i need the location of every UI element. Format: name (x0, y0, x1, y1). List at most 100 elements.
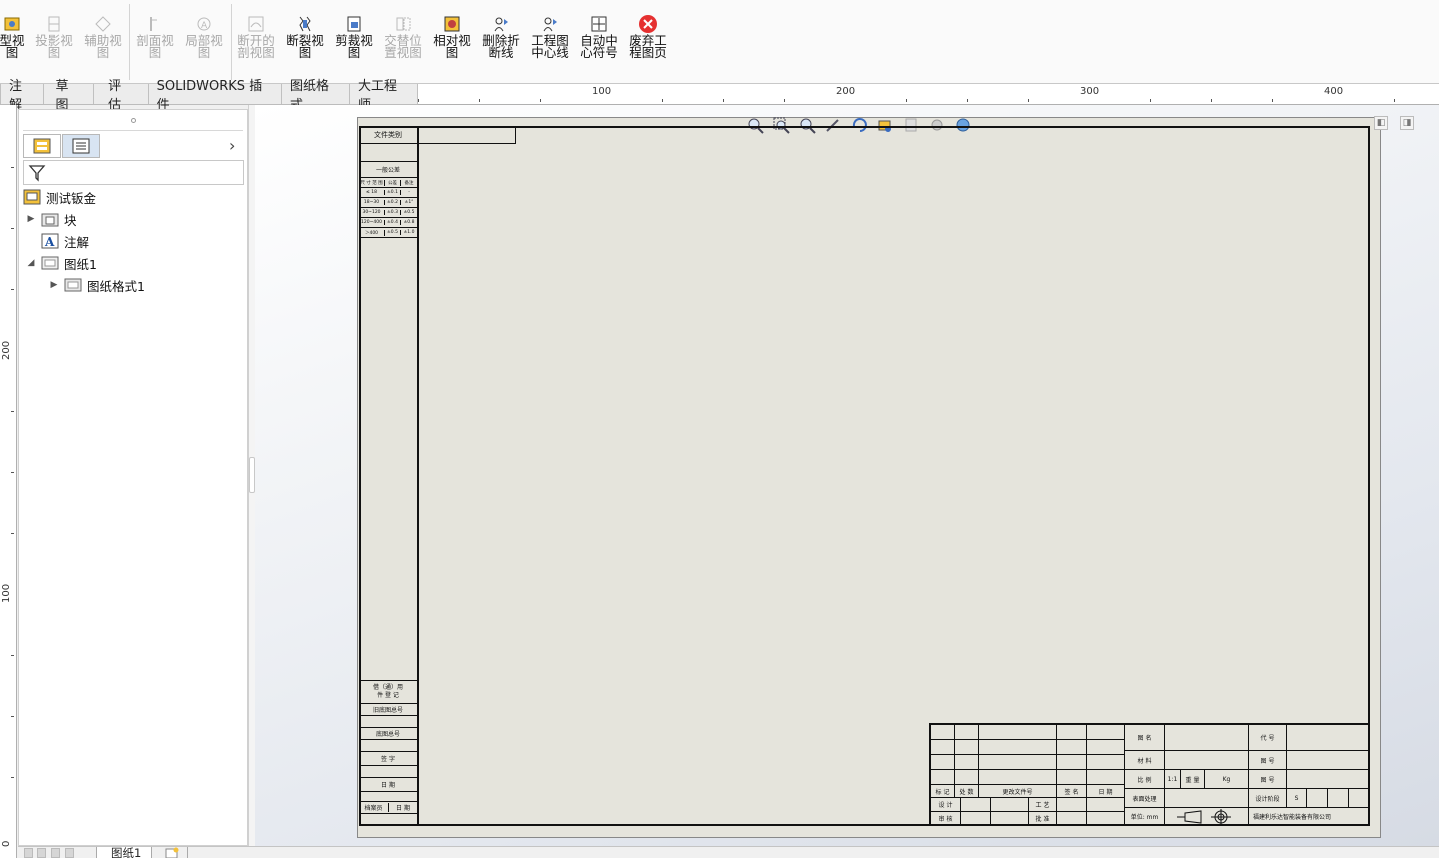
ruler-label: 100 (1, 583, 12, 603)
property-manager-icon (72, 138, 90, 154)
detail-view-button[interactable]: A 局部视 图 (180, 14, 228, 78)
scale-label: 比 例 (1125, 770, 1165, 789)
tab-feature-tree[interactable] (23, 134, 61, 158)
feature-tree-icon (33, 138, 51, 154)
projection-symbol (1165, 808, 1249, 826)
crop-view-button[interactable]: 剪裁视 图 (330, 14, 378, 78)
process-sign (1057, 798, 1087, 812)
break-view-button[interactable]: 断裂视 图 (281, 14, 329, 78)
prev-sheet-icon[interactable] (37, 848, 46, 858)
centerline-icon (540, 14, 560, 34)
collapse-right-icon[interactable]: ◨ (1400, 116, 1414, 130)
sheet-tab[interactable]: 图纸1 (96, 847, 153, 858)
detail-view-label: 局部视 图 (185, 33, 223, 60)
ruler-label: 200 (836, 86, 856, 97)
blank-row (359, 740, 417, 752)
rev-cell (1057, 755, 1087, 770)
tree-root-label: 测试钣金 (46, 190, 97, 206)
section-view-button[interactable]: 剖面视 图 (131, 14, 179, 78)
horizontal-ruler: 100 200 300 400 (418, 84, 1439, 105)
discard-drawing-sheet-button[interactable]: 废弃工 程图页 (624, 14, 672, 78)
alternate-position-icon (393, 14, 413, 34)
ruler-tick (784, 99, 785, 102)
tolerance-row: 30~120 ±0.3 ±0.5 (359, 208, 417, 218)
rev-cell (955, 755, 979, 770)
alternate-position-view-button[interactable]: 交替位 置视图 (379, 14, 427, 78)
approve-label: 批 准 (1029, 812, 1057, 826)
collapse-arrow-icon[interactable]: ◢ (25, 258, 37, 268)
drawing-border (359, 126, 1370, 826)
remove-break-icon (491, 14, 511, 34)
tab-sheet-format[interactable]: 图纸格式 (282, 79, 350, 113)
title-block: 标 记 处 数 更改文件号 签 名 日 期 设 计 工 艺 审 核 批 准 图 … (929, 723, 1370, 826)
section-view-label: 剖面视 图 (136, 33, 174, 60)
tab-evaluate[interactable]: 评估 (94, 79, 149, 113)
remove-break-line-button[interactable]: 删除折 断线 (477, 14, 525, 78)
tree-item-sheet1[interactable]: ◢ 图纸1 (25, 253, 97, 273)
auxiliary-view-button[interactable]: 辅助视 图 (79, 14, 127, 78)
filter-icon (28, 165, 46, 182)
tolerance-row: 120~400 ±0.4 ±0.8 (359, 218, 417, 228)
left-title-column: 文件类别 一般公差 尺 寸 范 围 公差 备注 ≤ 18 ±0.1 - 18~3… (359, 126, 419, 826)
tolerance-row: ≤ 18 ±0.1 - (359, 188, 417, 198)
last-sheet-icon[interactable] (65, 848, 74, 858)
used-on-register: 借（通）用 件 登 记 (359, 680, 417, 704)
tab-property-manager[interactable] (62, 134, 100, 158)
tree-item-annotations[interactable]: A 注解 (25, 231, 89, 251)
code-value (1287, 725, 1370, 751)
add-sheet-icon[interactable] (158, 847, 188, 858)
tab-solidworks-addins[interactable]: SOLIDWORKS 插件 (149, 79, 282, 113)
tab-annotation[interactable]: 注解 (0, 79, 44, 113)
projected-view-icon (44, 14, 64, 34)
relative-view-button[interactable]: 相对视 图 (428, 14, 476, 78)
ruler-label: 300 (1080, 86, 1100, 97)
code-label: 代 号 (1249, 725, 1287, 751)
rev-cell (955, 740, 979, 755)
remove-break-label: 删除折 断线 (482, 33, 520, 60)
ruler-label: 400 (1324, 86, 1344, 97)
unit-label: 单位: mm (1125, 808, 1165, 826)
alternate-position-label: 交替位 置视图 (384, 33, 422, 60)
collapse-left-icon[interactable]: ◧ (1374, 116, 1388, 130)
scale-value: 1:1 (1165, 770, 1181, 789)
surface-label: 表面处理 (1125, 789, 1165, 808)
process-label: 工 艺 (1029, 798, 1057, 812)
next-sheet-icon[interactable] (51, 848, 60, 858)
panel-splitter[interactable] (248, 105, 255, 850)
tree-item-sheet-format1[interactable]: ▶ 图纸格式1 (48, 275, 145, 295)
first-sheet-icon[interactable] (24, 848, 33, 858)
blank-row (359, 766, 417, 778)
auxiliary-view-label: 辅助视 图 (84, 33, 122, 60)
material-value (1165, 751, 1249, 770)
drawing-no-label: 图 号 (1249, 751, 1287, 770)
rev-cell (931, 770, 955, 785)
expand-arrow-icon[interactable]: ▶ (25, 214, 37, 224)
tree-filter-input[interactable] (23, 160, 244, 185)
ruler-tick (11, 411, 14, 412)
rev-cell (1057, 770, 1087, 785)
ruler-tick (11, 777, 14, 778)
rev-cell (931, 755, 955, 770)
model-view-label: 型视 图 (0, 33, 25, 60)
panel-grip[interactable] (131, 118, 136, 123)
crop-view-icon (344, 14, 364, 34)
doc-type-box (419, 126, 516, 144)
rev-cell (979, 755, 1057, 770)
discard-sheet-label: 废弃工 程图页 (629, 33, 667, 60)
broken-out-section-button[interactable]: 断开的 剖视图 (232, 14, 280, 78)
chevron-right-icon[interactable]: › (229, 136, 235, 155)
drawing-centerline-button[interactable]: 工程图 中心线 (526, 14, 574, 78)
tree-root-part[interactable]: 测试钣金 (23, 187, 96, 207)
tree-item-blocks[interactable]: ▶ 块 (25, 209, 77, 229)
expand-arrow-icon[interactable]: ▶ (48, 280, 60, 290)
process-date (1087, 798, 1125, 812)
break-view-label: 断裂视 图 (286, 33, 324, 60)
part-icon (23, 189, 41, 205)
tab-big-engineer[interactable]: 大工程师 (350, 79, 419, 113)
tab-sketch[interactable]: 草图 (44, 79, 95, 113)
rev-cell (1087, 740, 1125, 755)
ruler-tick (906, 99, 907, 102)
auto-center-mark-button[interactable]: 自动中 心符号 (575, 14, 623, 78)
rev-cell (1087, 725, 1125, 740)
projected-view-button[interactable]: 投影视 图 (30, 14, 78, 78)
